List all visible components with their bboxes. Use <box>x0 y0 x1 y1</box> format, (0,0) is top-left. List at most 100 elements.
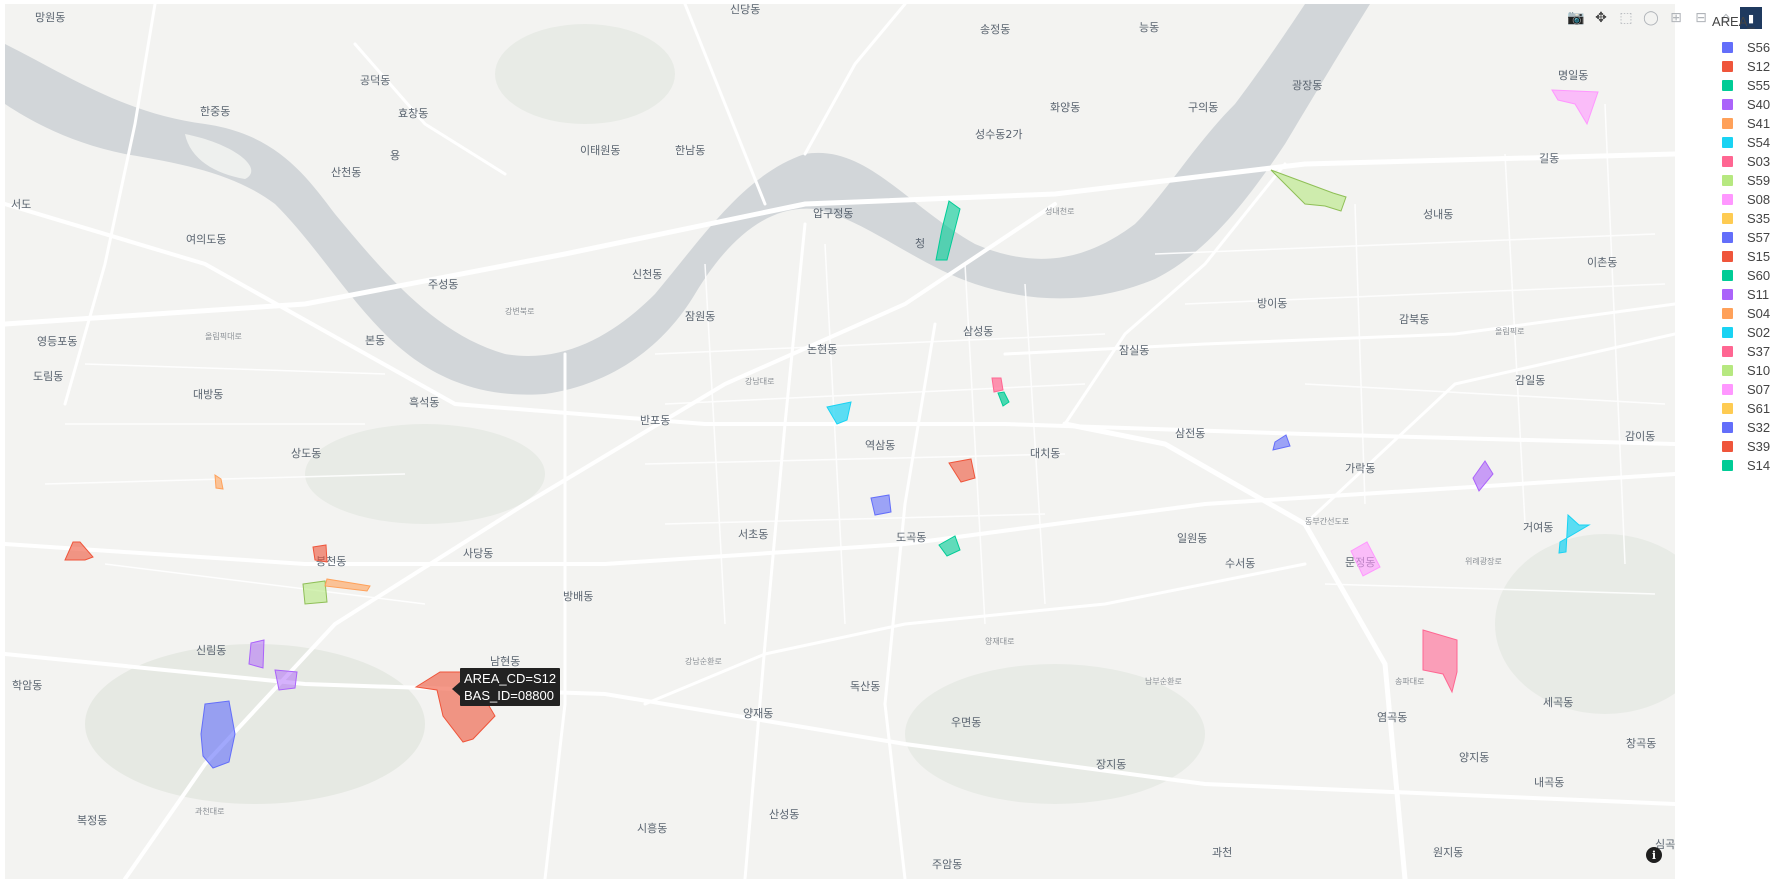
legend-item-s02[interactable]: S02 <box>1722 323 1770 342</box>
place-label: 도곡동 <box>896 531 926 544</box>
place-label: 망원동 <box>35 11 65 24</box>
legend-item-s35[interactable]: S35 <box>1722 209 1770 228</box>
box-select-icon[interactable]: ⬚ <box>1615 7 1637 29</box>
place-label: 신천동 <box>632 267 662 281</box>
place-label: 세곡동 <box>1543 696 1573 709</box>
legend-swatch <box>1722 403 1733 414</box>
legend-swatch <box>1722 460 1733 471</box>
legend-item-s15[interactable]: S15 <box>1722 247 1770 266</box>
area-s57[interactable] <box>870 494 892 516</box>
map-canvas[interactable]: 망원동 신당동 송정동 능동 공덕동 효창동 한중동 용 이태원동 한남동 성수동2가 화양동 구의동 광… <box>5 4 1675 879</box>
road-label: 동부간선도로 <box>1305 516 1349 526</box>
place-label: 명일동 <box>1558 68 1588 82</box>
legend-swatch <box>1722 327 1733 338</box>
place-label: 능동 <box>1139 21 1159 34</box>
zoom-in-icon[interactable]: ⊞ <box>1665 7 1687 29</box>
legend-item-s57[interactable]: S57 <box>1722 228 1770 247</box>
legend-item-s10[interactable]: S10 <box>1722 361 1770 380</box>
place-label: 원지동 <box>1433 846 1463 859</box>
area-s15[interactable] <box>312 544 328 563</box>
place-label: 감일동 <box>1515 373 1545 387</box>
legend-label: S35 <box>1747 211 1771 226</box>
hill-area <box>305 424 545 524</box>
place-label: 독산동 <box>850 680 880 693</box>
hover-bas-id: BAS_ID=08800 <box>464 688 554 703</box>
place-label: 양지동 <box>1459 751 1489 764</box>
area-s32[interactable] <box>1272 434 1291 451</box>
pan-icon[interactable]: ✥ <box>1590 7 1612 29</box>
area-s08[interactable] <box>1551 89 1599 126</box>
hill-area <box>1495 534 1675 714</box>
legend-item-s54[interactable]: S54 <box>1722 133 1770 152</box>
legend-item-s59[interactable]: S59 <box>1722 171 1770 190</box>
area-s11[interactable] <box>274 669 298 691</box>
legend-item-s55[interactable]: S55 <box>1722 76 1770 95</box>
area-s56[interactable] <box>200 700 236 769</box>
place-label: 신림동 <box>196 644 226 657</box>
camera-icon[interactable]: 📷 <box>1565 7 1587 29</box>
place-label: 서도 <box>11 198 31 211</box>
place-label: 학암동 <box>12 679 42 692</box>
legend-item-s39[interactable]: S39 <box>1722 437 1770 456</box>
area-s03[interactable] <box>991 377 1004 393</box>
hover-tooltip: AREA_CD=S12 BAS_ID=08800 <box>460 668 561 706</box>
place-label: 삼성동 <box>963 325 993 338</box>
area-s40[interactable] <box>248 639 265 669</box>
legend-item-s40[interactable]: S40 <box>1722 95 1770 114</box>
legend-item-s41[interactable]: S41 <box>1722 114 1770 133</box>
road-label: 과천대로 <box>195 806 224 816</box>
place-label: 방배동 <box>563 590 593 603</box>
legend-label: S56 <box>1747 40 1771 55</box>
area-s07[interactable] <box>1350 541 1381 577</box>
legend-item-s12[interactable]: S12 <box>1722 57 1770 76</box>
legend-label: S04 <box>1747 306 1771 321</box>
area-s04[interactable] <box>324 578 371 592</box>
legend-item-s56[interactable]: S56 <box>1722 38 1770 57</box>
area-s54[interactable] <box>826 401 852 425</box>
legend-item-s37[interactable]: S37 <box>1722 342 1770 361</box>
legend-label: S08 <box>1747 192 1771 207</box>
legend-item-s60[interactable]: S60 <box>1722 266 1770 285</box>
place-label: 주암동 <box>932 858 962 871</box>
legend-item-s14[interactable]: S14 <box>1722 456 1770 475</box>
place-label: 상도동 <box>291 447 321 460</box>
lasso-icon[interactable]: ◯ <box>1640 7 1662 29</box>
legend-item-s03[interactable]: S03 <box>1722 152 1770 171</box>
area-s10[interactable] <box>1270 169 1347 212</box>
road-label: 남부순환로 <box>1145 676 1182 686</box>
place-label: 감북동 <box>1399 313 1429 326</box>
legend-item-s11[interactable]: S11 <box>1722 285 1769 304</box>
area-s37[interactable] <box>1422 629 1458 694</box>
place-label: 압구정동 <box>813 207 853 220</box>
road-label: 올림픽로 <box>1495 326 1524 336</box>
legend-item-s08[interactable]: S08 <box>1722 190 1770 209</box>
legend-label: S02 <box>1747 325 1771 340</box>
place-label: 남현동 <box>490 655 520 668</box>
place-label: 양재동 <box>743 707 773 720</box>
place-label: 구의동 <box>1188 101 1218 114</box>
place-label: 잠원동 <box>685 310 715 323</box>
legend-item-s04[interactable]: S04 <box>1722 304 1770 323</box>
legend-swatch <box>1722 61 1733 72</box>
place-label: 논현동 <box>807 343 837 356</box>
area-s41[interactable] <box>214 474 224 490</box>
zoom-out-icon[interactable]: ⊟ <box>1690 7 1712 29</box>
legend-item-s07[interactable]: S07 <box>1722 380 1770 399</box>
legend-item-s32[interactable]: S32 <box>1722 418 1770 437</box>
info-icon[interactable]: i <box>1646 847 1662 863</box>
legend-swatch <box>1722 289 1733 300</box>
area-s59[interactable] <box>302 580 328 605</box>
place-label: 대치동 <box>1030 447 1060 460</box>
area-s35[interactable] <box>948 458 976 483</box>
place-label: 사당동 <box>463 547 493 560</box>
place-label: 산천동 <box>331 165 361 179</box>
legend-label: S03 <box>1747 154 1771 169</box>
place-label: 송정동 <box>980 23 1010 36</box>
place-label: 거여동 <box>1523 521 1553 534</box>
area-s14[interactable] <box>997 391 1010 407</box>
place-label: 길동 <box>1539 152 1559 165</box>
legend-label: S59 <box>1747 173 1771 188</box>
place-label: 공덕동 <box>360 74 390 87</box>
legend-item-s61[interactable]: S61 <box>1722 399 1770 418</box>
place-label: 가락동 <box>1345 462 1375 475</box>
